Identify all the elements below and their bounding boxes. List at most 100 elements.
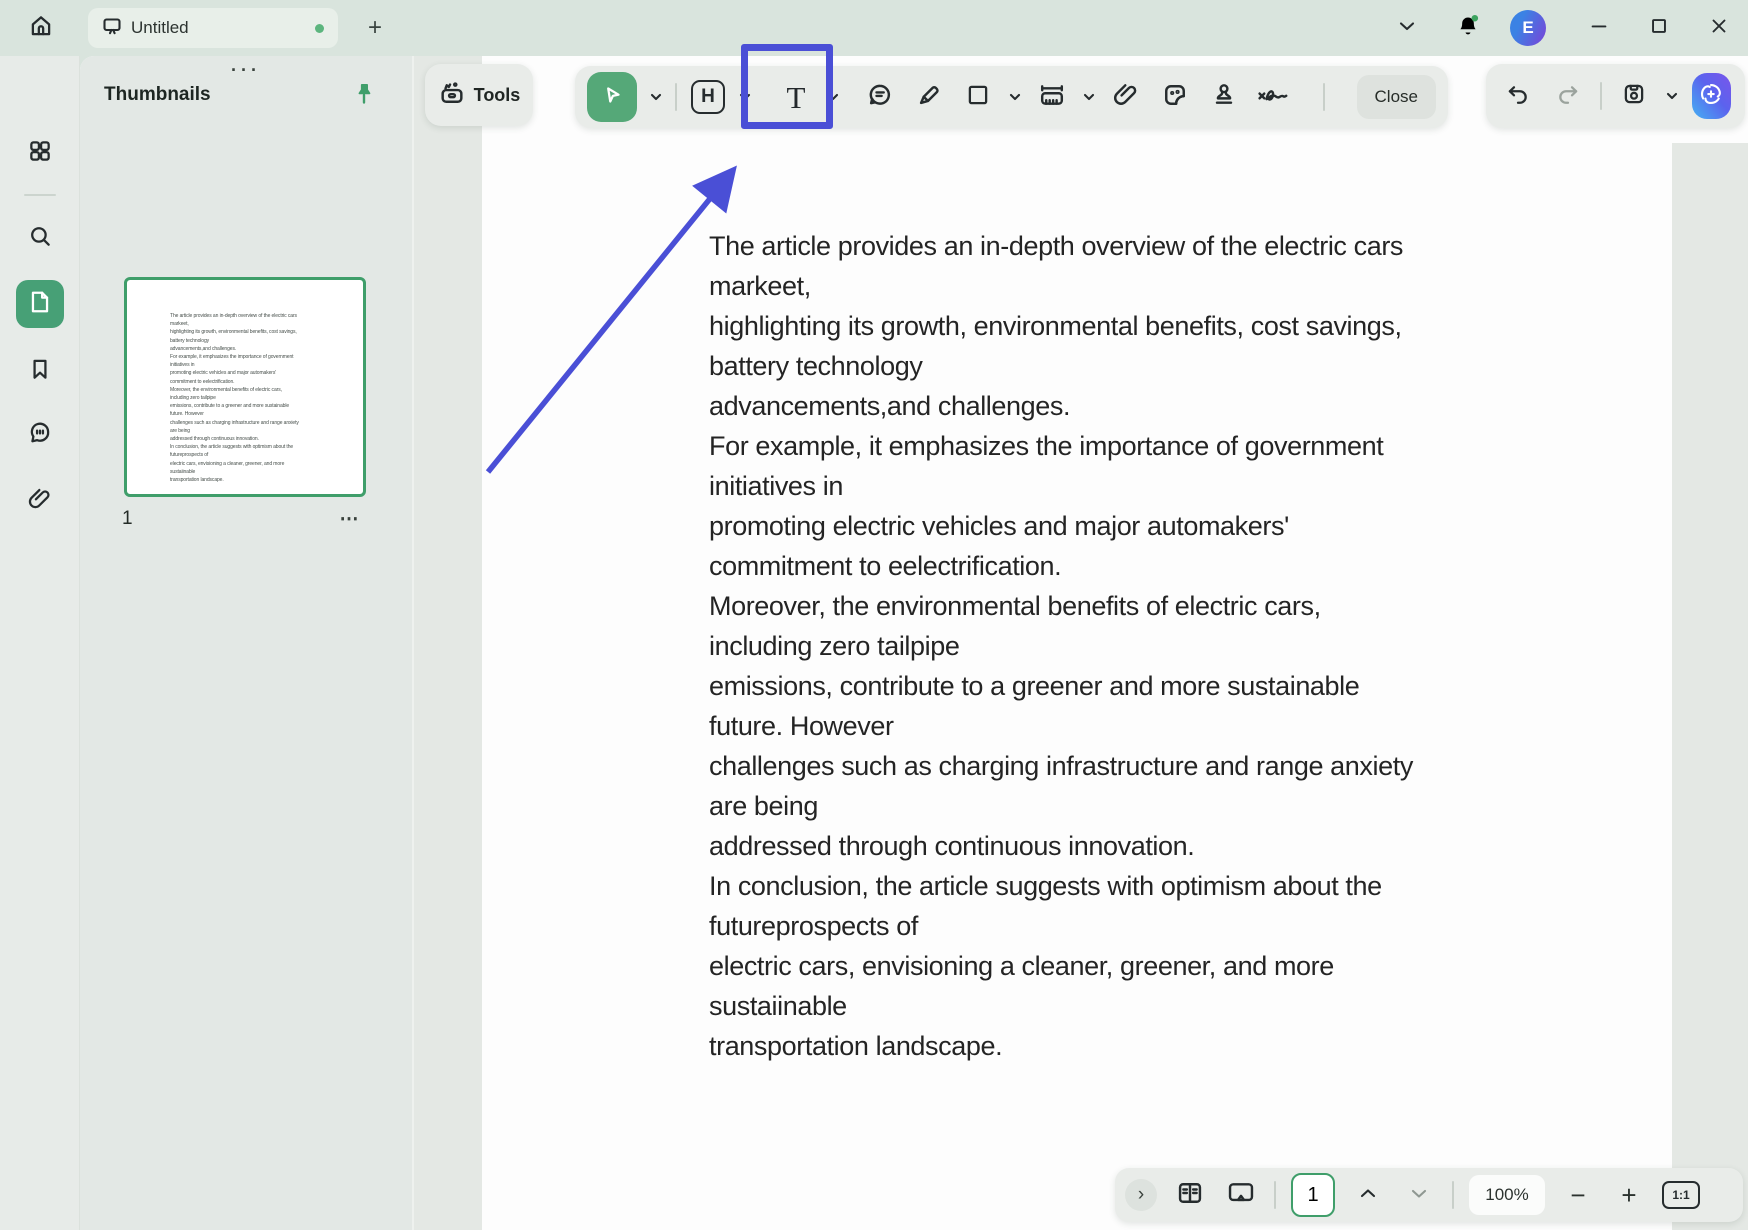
toolbar-divider — [675, 83, 677, 111]
document-text-line: advancements,and challenges. — [709, 386, 1529, 426]
theme-palette-button[interactable] — [16, 1224, 64, 1230]
close-label: Close — [1375, 87, 1418, 107]
stamp-icon — [1210, 81, 1238, 114]
attach-tool-button[interactable] — [1108, 75, 1144, 119]
document-text-line: The article provides an in-depth overvie… — [709, 226, 1529, 266]
bookmarks-button[interactable] — [16, 347, 64, 395]
actual-size-button[interactable]: 1:1 — [1662, 1181, 1700, 1209]
thumbnail-text-line: electric cars, envisioning a cleaner, gr… — [170, 460, 342, 468]
document-text-line: highlighting its growth, environmental b… — [709, 306, 1529, 346]
thumbnail-text-line: commitment to eelectrification. — [170, 378, 342, 386]
undo-icon — [1505, 81, 1531, 112]
document-tab[interactable]: Untitled — [88, 8, 338, 48]
thumbnail-text-line: advancements,and challenges. — [170, 345, 342, 353]
highlighter-icon — [915, 81, 943, 114]
current-page-input[interactable]: 1 — [1291, 1173, 1335, 1217]
measure-tool-chevron[interactable] — [1083, 93, 1095, 101]
signature-icon — [1255, 81, 1291, 114]
thumbnail-text-line: In conclusion, the article suggests with… — [170, 443, 342, 451]
presentation-mode-button[interactable] — [1223, 1173, 1259, 1217]
save-button[interactable] — [1616, 74, 1652, 118]
thumbnail-text: The article provides an in-depth overvie… — [170, 312, 342, 484]
pin-icon — [352, 81, 376, 112]
thumbnail-text-line: are being — [170, 427, 342, 435]
heading-tool-button[interactable]: H — [690, 75, 726, 119]
window-maximize-button[interactable] — [1638, 10, 1680, 46]
redo-button[interactable] — [1550, 74, 1586, 118]
editing-toolbar: H T — [575, 66, 1448, 128]
thumbnail-text-line: futureprospects of — [170, 451, 342, 459]
thumbnails-header: Thumbnails — [104, 84, 211, 106]
avatar[interactable]: E — [1510, 10, 1546, 46]
document-text-line: sustaiinable — [709, 986, 1529, 1026]
sticker-tool-button[interactable] — [1157, 75, 1193, 119]
chevron-down-icon — [1398, 19, 1416, 37]
unsaved-indicator-dot — [315, 24, 324, 33]
attachments-button[interactable] — [16, 477, 64, 525]
thumbnail-text-line: addressed through continuous innovation. — [170, 435, 342, 443]
save-icon — [1621, 81, 1647, 112]
thumbnail-text-line: markeet, — [170, 320, 342, 328]
paperclip-icon — [27, 486, 53, 517]
next-page-button[interactable] — [1401, 1173, 1437, 1217]
zoom-out-button[interactable]: − — [1560, 1173, 1596, 1217]
document-text-block[interactable]: The article provides an in-depth overvie… — [709, 226, 1529, 1066]
thumbnail-text-line: highlighting its growth, environmental b… — [170, 328, 342, 336]
page-layout-button[interactable] — [1172, 1173, 1208, 1217]
zoom-level-value[interactable]: 100% — [1469, 1175, 1545, 1215]
zoom-in-button[interactable]: + — [1611, 1173, 1647, 1217]
page-thumbnail[interactable]: The article provides an in-depth overvie… — [124, 277, 366, 497]
collapse-statusbar-button[interactable]: › — [1125, 1179, 1157, 1211]
comment-tool-button[interactable] — [862, 75, 898, 119]
save-chevron[interactable] — [1666, 92, 1678, 100]
document-text-line: In conclusion, the article suggests with… — [709, 866, 1529, 906]
thumbnail-text-line: The article provides an in-depth overvie… — [170, 312, 342, 320]
search-icon — [27, 223, 53, 254]
page-thumbnails-tab-active[interactable] — [16, 280, 64, 328]
comments-button[interactable] — [16, 411, 64, 459]
search-button[interactable] — [16, 214, 64, 262]
left-icon-rail — [0, 56, 80, 1230]
window-close-button[interactable] — [1698, 10, 1740, 46]
ruler-icon — [1037, 81, 1067, 114]
previous-page-button[interactable] — [1350, 1173, 1386, 1217]
toolbar-divider — [1323, 83, 1325, 111]
signature-tool-button[interactable] — [1255, 75, 1291, 119]
undo-button[interactable] — [1500, 74, 1536, 118]
document-text-line: challenges such as charging infrastructu… — [709, 746, 1529, 786]
app-grid-button[interactable] — [16, 129, 64, 177]
ai-sparkle-icon — [1696, 79, 1726, 114]
shape-tool-button[interactable] — [960, 75, 996, 119]
rail-divider — [24, 194, 56, 196]
close-editing-button[interactable]: Close — [1357, 75, 1436, 119]
highlighter-tool-button[interactable] — [911, 75, 947, 119]
pin-panel-button[interactable] — [342, 74, 386, 118]
shape-tool-chevron[interactable] — [1009, 93, 1021, 101]
thumbnail-page-number: 1 — [122, 508, 133, 530]
home-button[interactable] — [20, 8, 62, 48]
document-text-line: For example, it emphasizes the importanc… — [709, 426, 1529, 466]
grid-icon — [27, 138, 53, 169]
notifications-button[interactable] — [1448, 8, 1488, 48]
thumbnail-text-line: transportation landscape. — [170, 476, 342, 484]
new-tab-button[interactable]: + — [358, 12, 392, 44]
thumbnail-text-line: challenges such as charging infrastructu… — [170, 419, 342, 427]
highlight-box-annotation — [741, 44, 833, 129]
avatar-initial: E — [1522, 18, 1533, 38]
stamp-tool-button[interactable] — [1206, 75, 1242, 119]
select-tool-button[interactable] — [587, 72, 637, 122]
tools-button[interactable]: Tools — [425, 64, 533, 126]
minimize-icon — [1588, 15, 1610, 42]
ai-assistant-button[interactable] — [1692, 73, 1731, 119]
window-minimize-button[interactable] — [1578, 10, 1620, 46]
canvas-right-margin — [1672, 143, 1748, 1230]
select-tool-chevron[interactable] — [650, 93, 662, 101]
measure-tool-button[interactable] — [1034, 75, 1070, 119]
thumbnail-more-button[interactable]: ⋯ — [328, 504, 372, 534]
titlebar-chevron-button[interactable] — [1390, 14, 1424, 42]
toolbox-icon — [438, 79, 466, 112]
square-icon — [965, 82, 991, 113]
redo-icon — [1555, 81, 1581, 112]
chevron-up-icon — [1359, 1186, 1377, 1204]
bookmark-icon — [27, 356, 53, 387]
